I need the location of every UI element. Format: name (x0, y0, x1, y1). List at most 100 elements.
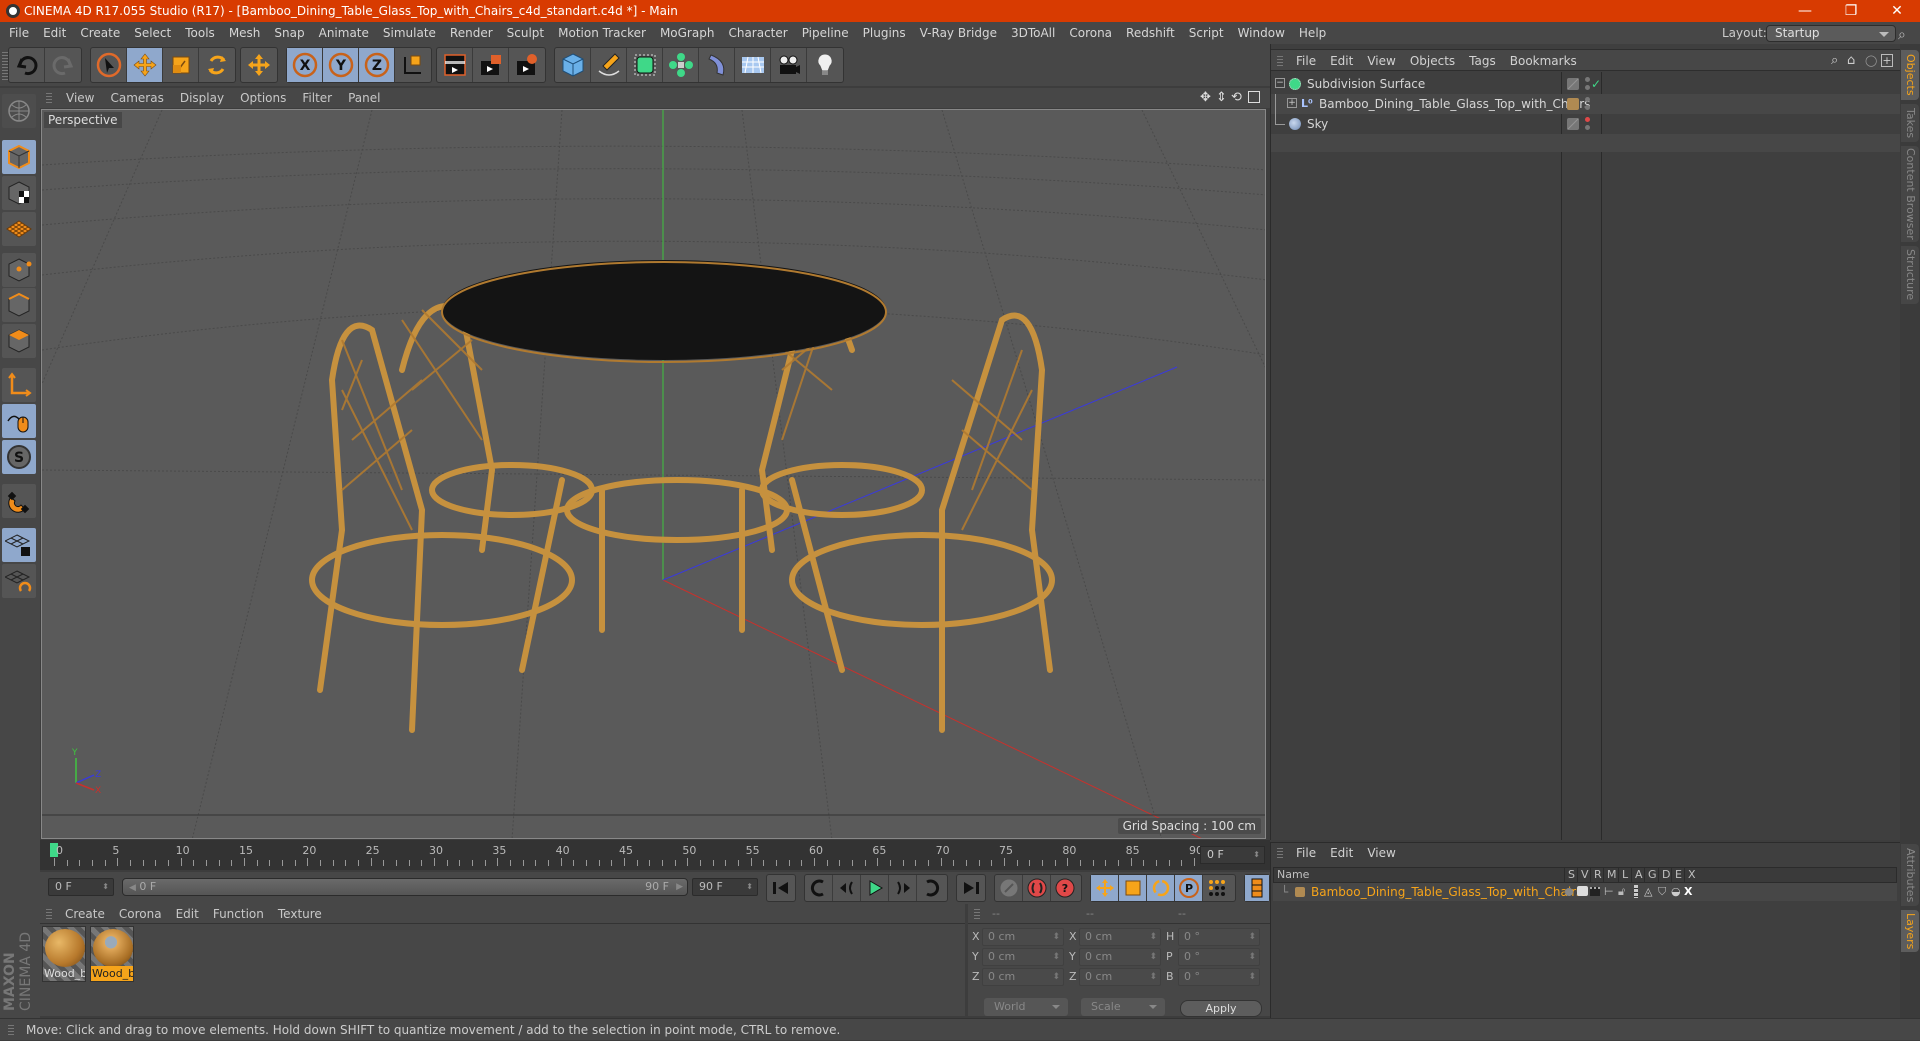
planar-workplane-button[interactable] (2, 564, 36, 598)
menu-script[interactable]: Script (1182, 22, 1231, 44)
menu-animate[interactable]: Animate (312, 22, 376, 44)
menu-snap[interactable]: Snap (267, 22, 311, 44)
column-animation[interactable]: A (1631, 868, 1643, 882)
move-tool-button[interactable] (127, 48, 163, 82)
viewport-dolly-icon[interactable]: ⇕ (1216, 88, 1227, 108)
pos-x-field[interactable]: 0 cm (982, 928, 1064, 946)
pos-z-field[interactable]: 0 cm (982, 968, 1064, 986)
tab-structure[interactable]: Structure (1901, 246, 1919, 304)
status-grip[interactable] (8, 1025, 14, 1035)
z-axis-lock-button[interactable]: Z (359, 48, 395, 82)
prev-key-button[interactable] (805, 875, 833, 901)
objects-menu-view[interactable]: View (1360, 50, 1402, 72)
column-name[interactable]: Name (1274, 868, 1309, 882)
column-xrefs[interactable]: X (1684, 868, 1696, 882)
rotate-tool-button[interactable] (199, 48, 235, 82)
key-pla-button[interactable] (1203, 875, 1231, 901)
objects-menu-objects[interactable]: Objects (1403, 50, 1462, 72)
menu-simulate[interactable]: Simulate (376, 22, 443, 44)
render-dot[interactable] (1585, 125, 1590, 130)
object-name[interactable]: Sky (1307, 114, 1328, 134)
size-x-field[interactable]: 0 cm (1079, 928, 1161, 946)
viewport-menu-panel[interactable]: Panel (340, 88, 388, 108)
key-position-button[interactable] (1091, 875, 1119, 901)
editor-dot[interactable] (1585, 77, 1590, 82)
deformer-button[interactable] (699, 48, 735, 82)
next-frame-button[interactable] (889, 875, 917, 901)
tab-attributes[interactable]: Attributes (1901, 844, 1919, 906)
points-mode-button[interactable] (2, 253, 36, 287)
objects-menu-tags[interactable]: Tags (1462, 50, 1503, 72)
menu-3dtoall[interactable]: 3DToAll (1004, 22, 1062, 44)
layer-solo-icon[interactable] (1565, 888, 1573, 896)
axis-mode-button[interactable] (2, 368, 36, 402)
play-button[interactable] (861, 875, 889, 901)
subdivision-surface-button[interactable] (627, 48, 663, 82)
solo-button[interactable]: S (2, 440, 36, 474)
coordinate-system-button[interactable] (395, 48, 431, 82)
locked-workplane-button[interactable] (2, 528, 36, 562)
menu-motion-tracker[interactable]: Motion Tracker (551, 22, 653, 44)
layer-deformers-icon[interactable]: ⛉ (1658, 883, 1666, 901)
material-menu-function[interactable]: Function (206, 904, 271, 924)
column-solo[interactable]: S (1564, 868, 1575, 882)
menu-file[interactable]: File (0, 22, 36, 44)
material-menu-create[interactable]: Create (58, 904, 112, 924)
column-visible[interactable]: V (1577, 868, 1589, 882)
layers-menu-view[interactable]: View (1360, 843, 1402, 863)
menu-character[interactable]: Character (721, 22, 794, 44)
rot-p-field[interactable]: 0 ° (1178, 948, 1260, 966)
column-locked[interactable]: L (1618, 868, 1628, 882)
goto-start-button[interactable] (767, 875, 795, 901)
material-menu-edit[interactable]: Edit (169, 904, 206, 924)
layer-name[interactable]: Bamboo_Dining_Table_Glass_Top_with_Chair… (1311, 883, 1582, 901)
end-frame-field[interactable]: 90 F ⬍ (692, 878, 758, 896)
start-frame-field[interactable]: 0 F ⬍ (48, 878, 114, 896)
layer-color-tag[interactable] (1567, 98, 1579, 110)
minimize-button[interactable]: — (1782, 0, 1828, 22)
recent-tool-button[interactable] (241, 48, 277, 82)
pen-spline-button[interactable] (591, 48, 627, 82)
scale-tool-button[interactable] (163, 48, 199, 82)
column-render[interactable]: R (1590, 868, 1602, 882)
object-row[interactable]: Sky (1271, 114, 1901, 134)
search-objects-icon[interactable]: ⌕ (1831, 50, 1838, 72)
layer-color-swatch[interactable] (1295, 887, 1305, 897)
apply-button[interactable]: Apply (1180, 1000, 1262, 1017)
layers-menu-file[interactable]: File (1289, 843, 1323, 863)
tab-layers[interactable]: Layers (1901, 910, 1919, 952)
tab-takes[interactable]: Takes (1901, 104, 1919, 142)
render-dot[interactable] (1585, 105, 1590, 110)
object-column-divider[interactable] (1561, 72, 1562, 840)
make-editable-button[interactable] (2, 94, 36, 128)
menu-window[interactable]: Window (1231, 22, 1292, 44)
rot-h-field[interactable]: 0 ° (1178, 928, 1260, 946)
menu-mograph[interactable]: MoGraph (653, 22, 722, 44)
menu-edit[interactable]: Edit (36, 22, 73, 44)
timeline-ruler[interactable]: 0 5 10 15 20 25 30 35 40 45 50 55 60 65 70 75 80 85 90 (40, 840, 1270, 870)
editor-visibility-icon[interactable] (1567, 118, 1579, 130)
layer-row[interactable]: └ Bamboo_Dining_Table_Glass_Top_with_Cha… (1273, 883, 1897, 901)
menu-create[interactable]: Create (73, 22, 127, 44)
home-icon[interactable]: ⌂ (1847, 50, 1855, 72)
menu-render[interactable]: Render (443, 22, 500, 44)
layers-menu-edit[interactable]: Edit (1323, 843, 1360, 863)
viewport-menu-view[interactable]: View (58, 88, 102, 108)
tab-objects[interactable]: Objects (1901, 50, 1919, 100)
expand-icon[interactable]: + (1287, 98, 1297, 108)
menu-redshift[interactable]: Redshift (1119, 22, 1182, 44)
pos-y-field[interactable]: 0 cm (982, 948, 1064, 966)
key-scale-button[interactable] (1119, 875, 1147, 901)
next-key-button[interactable] (917, 875, 945, 901)
material-menu-corona[interactable]: Corona (112, 904, 169, 924)
objects-menu-file[interactable]: File (1289, 50, 1323, 72)
tab-content-browser[interactable]: Content Browser (1901, 146, 1919, 242)
layer-grip[interactable] (1277, 848, 1283, 858)
layer-lock-icon[interactable]: 🔓︎ (1618, 883, 1625, 901)
layer-render-icon[interactable] (1590, 887, 1600, 896)
editor-dot[interactable] (1585, 97, 1590, 102)
new-window-icon[interactable]: + (1881, 54, 1893, 67)
viewport-grip[interactable] (46, 93, 52, 103)
cube-button[interactable] (555, 48, 591, 82)
editor-visibility-icon[interactable] (1567, 78, 1579, 90)
